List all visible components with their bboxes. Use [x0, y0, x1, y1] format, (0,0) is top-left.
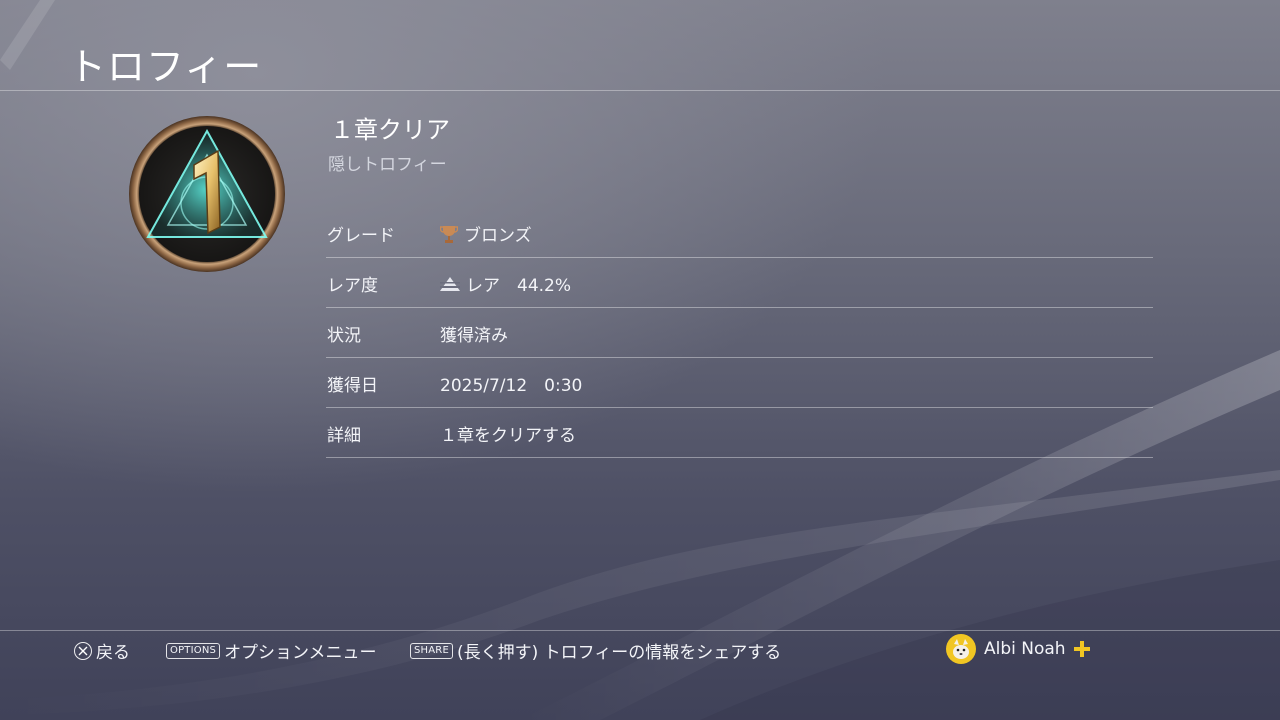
- username: Albi Noah: [984, 639, 1066, 659]
- options-hint[interactable]: OPTIONS オプションメニュー: [166, 638, 377, 663]
- grade-value: ブロンズ: [464, 226, 532, 246]
- back-label: 戻る: [96, 643, 130, 663]
- trophy-details-list: グレード ブロンズ レア度 レア 44.2% 状況 獲得済み 獲得日 2025/…: [326, 208, 1153, 458]
- detail-value: レア 44.2%: [440, 271, 571, 296]
- detail-row-grade: グレード ブロンズ: [326, 208, 1153, 258]
- detail-value: ブロンズ: [440, 221, 532, 246]
- detail-row-description: 詳細 １章をクリアする: [326, 408, 1153, 458]
- detail-label: レア度: [327, 276, 378, 296]
- back-hint[interactable]: 戻る: [74, 638, 130, 663]
- ps-plus-icon: [1073, 641, 1090, 657]
- description-value: １章をクリアする: [440, 426, 576, 446]
- earned-date-value: 2025/7/12 0:30: [440, 376, 583, 396]
- rarity-pyramid-icon: [440, 276, 460, 291]
- trophy-name: １章クリア: [330, 116, 450, 144]
- trophy-hidden-label: 隠しトロフィー: [328, 155, 447, 175]
- user-badge[interactable]: Albi Noah: [946, 634, 1090, 664]
- status-value: 獲得済み: [440, 326, 508, 346]
- detail-label: グレード: [327, 226, 395, 246]
- share-hint[interactable]: SHARE (長く押す) トロフィーの情報をシェアする: [410, 638, 781, 663]
- detail-row-status: 状況 獲得済み: [326, 308, 1153, 358]
- bronze-trophy-icon: [440, 224, 458, 244]
- header-divider: [0, 90, 1280, 91]
- detail-label: 獲得日: [327, 376, 378, 396]
- options-label: オプションメニュー: [224, 643, 377, 663]
- detail-label: 詳細: [327, 426, 361, 446]
- avatar: [946, 634, 976, 664]
- trophy-badge-icon: [129, 116, 285, 272]
- share-label: (長く押す) トロフィーの情報をシェアする: [456, 643, 782, 663]
- share-button-icon: SHARE: [410, 642, 453, 659]
- footer-divider: [0, 630, 1280, 631]
- cross-button-icon: [74, 641, 92, 660]
- page-title: トロフィー: [68, 45, 263, 89]
- detail-row-rarity: レア度 レア 44.2%: [326, 258, 1153, 308]
- footer-hints: 戻る OPTIONS オプションメニュー SHARE (長く押す) トロフィーの…: [0, 634, 1280, 664]
- detail-label: 状況: [327, 326, 361, 346]
- options-button-icon: OPTIONS: [166, 642, 221, 659]
- rarity-value: レア 44.2%: [466, 276, 572, 296]
- detail-row-date: 獲得日 2025/7/12 0:30: [326, 358, 1153, 408]
